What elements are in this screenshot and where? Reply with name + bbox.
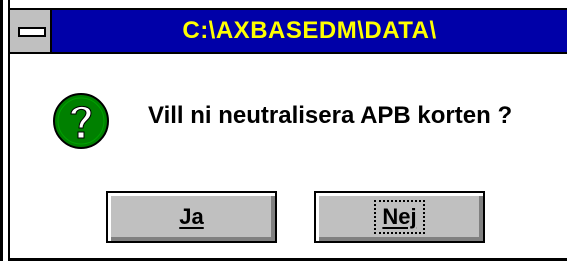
question-icon [53, 93, 109, 149]
message-text: Vill ni neutralisera APB korten ? [148, 102, 513, 129]
yes-button[interactable]: Ja [106, 191, 277, 243]
message-dialog: C:\AXBASEDM\DATA\ Vill ni neutralisera A… [0, 0, 567, 261]
window-title: C:\AXBASEDM\DATA\ [182, 17, 437, 44]
system-menu-icon [18, 27, 46, 37]
no-button-label: Nej [382, 204, 417, 229]
title-bar[interactable]: C:\AXBASEDM\DATA\ [10, 8, 567, 54]
focus-rectangle: Nej [374, 200, 425, 234]
no-button[interactable]: Nej [314, 191, 485, 243]
system-menu-button[interactable] [10, 10, 52, 52]
yes-button-label: Ja [179, 204, 204, 229]
